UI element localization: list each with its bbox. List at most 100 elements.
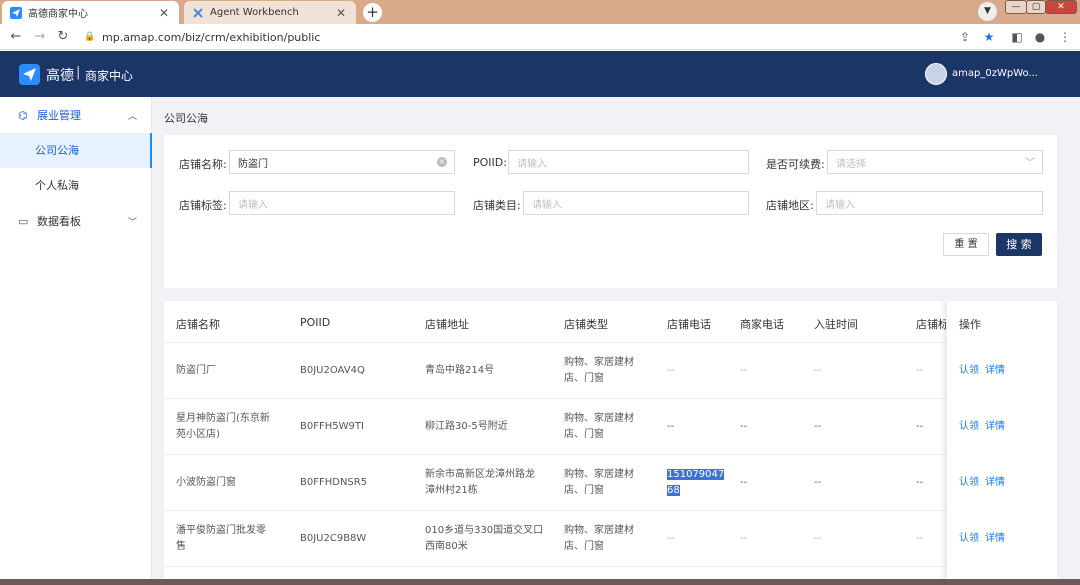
operation-column: 操作 认领 详情 认领 详情 认领 详情 认领 详情	[946, 301, 1057, 585]
shop-category-placeholder: 请输入	[532, 199, 562, 211]
cell-shop-tag: --	[916, 365, 924, 376]
table-row: 星月神防盗门(东京新 苑小区店) B0FFH5W9TI 柳江路30-5号附近 购…	[164, 399, 1057, 455]
cell-poiid: B0FFH5W9TI	[300, 421, 364, 432]
detail-link[interactable]: 详情	[985, 363, 1005, 379]
sidebar-item-public-pool[interactable]: 公司公海	[0, 133, 152, 168]
url-text: mp.amap.com/biz/crm/exhibition/public	[102, 30, 321, 44]
clear-icon[interactable]: ×	[437, 157, 447, 167]
sidebar-group-exhibition[interactable]: ⌬ 展业管理 ︿	[0, 97, 152, 133]
shop-name-value: 防盗门	[238, 158, 268, 170]
detail-link[interactable]: 详情	[985, 531, 1005, 547]
shop-region-placeholder: 请输入	[825, 199, 855, 211]
table-row: 潘平俊防盗门批发零 售 B0JU2C9B8W 010乡道与330国道交叉口 西南…	[164, 511, 1057, 567]
browser-toolbar: ← → ↻ 🔒 mp.amap.com/biz/crm/exhibition/p…	[0, 24, 1080, 50]
brand-subtitle: 商家中心	[85, 69, 134, 83]
bookmark-star-icon[interactable]: ★	[980, 28, 998, 46]
sidebar-item-private-pool[interactable]: 个人私海	[0, 168, 152, 203]
forward-icon[interactable]: →	[31, 28, 49, 46]
cell-poiid: B0JU2OAV4Q	[300, 365, 365, 376]
cell-poiid: B0JU2C9B8W	[300, 533, 367, 544]
poiid-label: POIID:	[473, 156, 507, 169]
cell-shop-name-line: 售	[176, 541, 186, 552]
renewable-placeholder: 请选择	[836, 158, 866, 170]
cell-type-line: 购物、家居建材	[564, 357, 634, 368]
cell-shop-name-line: 苑小区店)	[176, 429, 220, 440]
cell-address-line: 新余市高新区龙漳州路龙	[425, 469, 535, 480]
shop-region-label: 店铺地区:	[766, 199, 814, 212]
cell-type-line: 购物、家居建材	[564, 525, 634, 536]
browser-tab-merchant-center[interactable]: 高德商家中心 ✕	[2, 1, 179, 24]
profile-icon[interactable]: ●	[1031, 28, 1049, 46]
address-bar[interactable]: 🔒 mp.amap.com/biz/crm/exhibition/public	[84, 27, 944, 47]
share-icon[interactable]: ⇪	[956, 28, 974, 46]
sidebar-group-label: 展业管理	[37, 109, 81, 122]
tab-close-icon[interactable]: ✕	[157, 6, 171, 20]
shop-name-input[interactable]: 防盗门 ×	[229, 150, 455, 174]
lock-icon: 🔒	[84, 32, 96, 42]
renewable-select[interactable]: 请选择 ﹀	[827, 150, 1043, 174]
tab-close-icon[interactable]: ✕	[334, 6, 348, 20]
window-minimize-button[interactable]: —	[1005, 0, 1027, 14]
chevron-down-icon: ﹀	[128, 217, 138, 228]
renewable-label: 是否可续费:	[766, 158, 825, 171]
col-merchant-phone: 商家电话	[740, 318, 784, 331]
amap-logo-icon	[19, 64, 40, 85]
window-close-button[interactable]: ✕	[1045, 0, 1077, 14]
table-header: 店铺名称 POIID 店铺地址 店铺类型 店铺电话 商家电话 入驻时间 店铺标	[164, 301, 1057, 343]
shop-tag-label: 店铺标签:	[179, 199, 227, 212]
cell-type: 购物、家居建材 店、门窗	[564, 523, 634, 555]
table-row: 防盗门厂 B0JU2OAV4Q 青岛中路214号 购物、家居建材 店、门窗 --…	[164, 343, 1057, 399]
brand-name: 高德	[46, 68, 74, 84]
tab-title: 高德商家中心	[28, 9, 88, 20]
browser-menu-icon[interactable]: ⋮	[1056, 28, 1074, 46]
side-panel-icon[interactable]: ◧	[1008, 28, 1026, 46]
cell-type: 购物、家居建材 店、门窗	[564, 355, 634, 387]
reload-icon[interactable]: ↻	[54, 28, 72, 46]
shop-tag-placeholder: 请输入	[238, 199, 268, 211]
claim-link[interactable]: 认领	[959, 531, 979, 547]
brand-separator: |	[76, 65, 81, 80]
poiid-placeholder: 请输入	[517, 158, 547, 170]
col-shop-name: 店铺名称	[176, 318, 220, 331]
shop-region-input[interactable]: 请输入	[816, 191, 1043, 215]
col-shop-phone: 店铺电话	[667, 318, 711, 331]
back-icon[interactable]: ←	[7, 28, 25, 46]
sidebar: ⌬ 展业管理 ︿ 公司公海 个人私海 ▭ 数据看板 ﹀	[0, 97, 152, 585]
cell-shop-phone-line: 151079047	[667, 469, 725, 480]
shop-category-input[interactable]: 请输入	[523, 191, 749, 215]
cell-type-line: 店、门窗	[564, 485, 604, 496]
cell-shop-name: 星月神防盗门(东京新 苑小区店)	[176, 411, 270, 443]
search-button[interactable]: 搜 索	[996, 233, 1042, 256]
cell-address: 青岛中路214号	[425, 365, 495, 376]
workbench-favicon-icon	[193, 7, 203, 18]
sidebar-group-label: 数据看板	[37, 215, 81, 228]
detail-link[interactable]: 详情	[985, 475, 1005, 491]
cell-shop-phone: --	[667, 365, 675, 376]
new-tab-button[interactable]: +	[363, 3, 382, 22]
sidebar-group-dashboard[interactable]: ▭ 数据看板 ﹀	[0, 203, 152, 239]
chevron-up-icon: ︿	[128, 111, 138, 122]
shop-tag-input[interactable]: 请输入	[229, 191, 455, 215]
claim-link[interactable]: 认领	[959, 419, 979, 435]
shop-name-label: 店铺名称:	[179, 158, 227, 171]
username[interactable]: amap_0zWpWo...	[952, 68, 1038, 79]
col-join-time: 入驻时间	[814, 318, 858, 331]
cell-address-line: 漳州村21栋	[425, 485, 478, 496]
poiid-input[interactable]: 请输入	[508, 150, 749, 174]
claim-link[interactable]: 认领	[959, 363, 979, 379]
col-address: 店铺地址	[425, 318, 469, 331]
detail-link[interactable]: 详情	[985, 419, 1005, 435]
cell-merchant-phone: --	[740, 421, 748, 432]
app-header: 高德 | 商家中心 amap_0zWpWo...	[0, 51, 1080, 97]
claim-link[interactable]: 认领	[959, 475, 979, 491]
tab-title: Agent Workbench	[210, 7, 299, 18]
browser-tab-agent-workbench[interactable]: Agent Workbench ✕	[184, 1, 356, 24]
col-shop-tag: 店铺标	[916, 318, 949, 331]
window-maximize-button[interactable]: ▢	[1026, 0, 1046, 14]
cell-join-time: --	[814, 477, 822, 488]
cell-shop-name-line: 星月神防盗门(东京新	[176, 413, 270, 424]
avatar[interactable]	[925, 63, 947, 85]
reset-button[interactable]: 重 置	[943, 233, 989, 256]
cell-type: 购物、家居建材 店、门窗	[564, 411, 634, 443]
tab-search-button[interactable]: ▼	[978, 2, 997, 21]
